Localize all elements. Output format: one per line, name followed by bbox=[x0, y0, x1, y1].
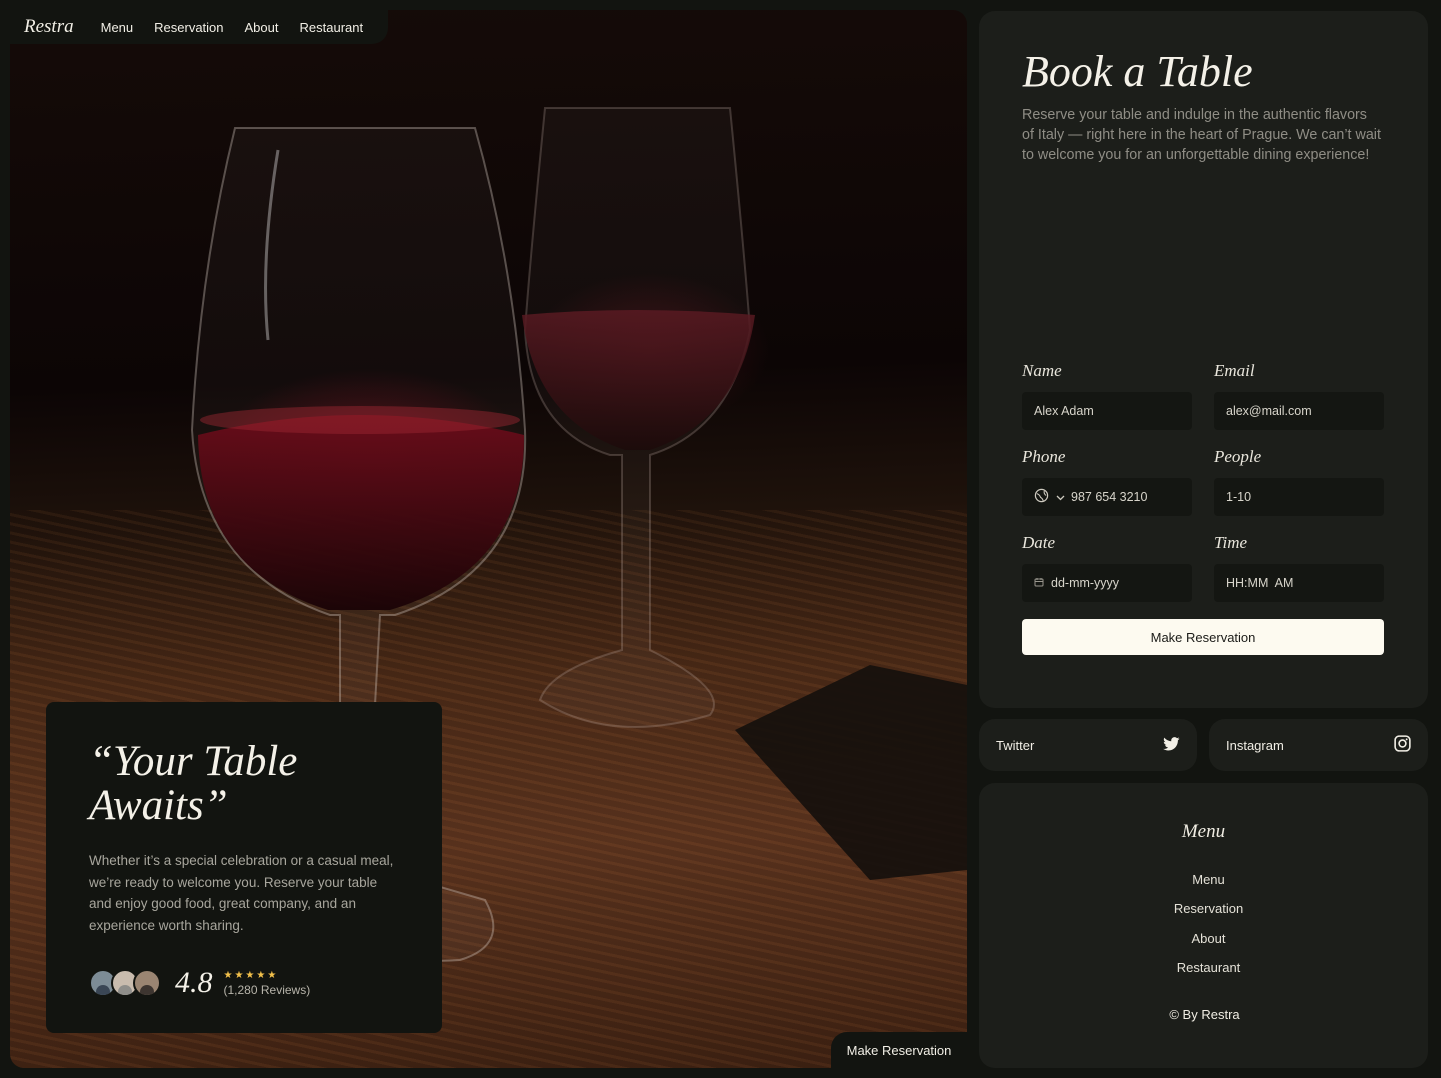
footer-link-menu[interactable]: Menu bbox=[979, 871, 1428, 900]
date-value: dd-mm-yyyy bbox=[1051, 576, 1120, 590]
quote-title: “Your Table Awaits” bbox=[89, 738, 298, 829]
phone-value: 987 654 3210 bbox=[1071, 490, 1148, 504]
twitter-link[interactable]: Twitter bbox=[979, 719, 1197, 771]
twitter-icon bbox=[1163, 736, 1180, 754]
globe-icon[interactable] bbox=[1034, 488, 1049, 506]
phone-input[interactable]: 987 654 3210 bbox=[1022, 478, 1192, 516]
rating-meta: ★★★★★ (1,280 Reviews) bbox=[224, 970, 311, 997]
time-value: HH:MM AM bbox=[1226, 576, 1294, 590]
hero-make-reservation-button[interactable]: Make Reservation bbox=[831, 1032, 967, 1068]
people-value: 1-10 bbox=[1226, 490, 1252, 504]
quote-card: “Your Table Awaits” Whether it’s a speci… bbox=[46, 702, 442, 1033]
twitter-label: Twitter bbox=[996, 737, 1035, 753]
brand-logo[interactable]: Restra bbox=[24, 16, 74, 38]
name-value: Alex Adam bbox=[1034, 404, 1094, 418]
make-reservation-button[interactable]: Make Reservation bbox=[1022, 619, 1384, 655]
footer-links: Menu Reservation About Restaurant bbox=[979, 871, 1428, 988]
time-label: Time bbox=[1214, 533, 1248, 552]
reservation-form: Name Alex Adam Email alex@mail.com Phone bbox=[1022, 361, 1384, 655]
name-input[interactable]: Alex Adam bbox=[1022, 392, 1192, 430]
time-input[interactable]: HH:MM AM bbox=[1214, 564, 1384, 602]
people-input[interactable]: 1-10 bbox=[1214, 478, 1384, 516]
instagram-link[interactable]: Instagram bbox=[1209, 719, 1428, 771]
rating-row: 4.8 ★★★★★ (1,280 Reviews) bbox=[89, 966, 400, 1000]
email-field-group: Email alex@mail.com bbox=[1214, 361, 1384, 430]
date-label: Date bbox=[1022, 533, 1056, 552]
nav-link-menu[interactable]: Menu bbox=[101, 20, 134, 35]
email-input[interactable]: alex@mail.com bbox=[1214, 392, 1384, 430]
name-label: Name bbox=[1022, 361, 1062, 380]
nav-link-about[interactable]: About bbox=[245, 20, 279, 35]
people-field-group: People 1-10 bbox=[1214, 447, 1384, 516]
chevron-down-icon[interactable] bbox=[1056, 490, 1065, 504]
copyright-text: © By Restra bbox=[1169, 1007, 1240, 1022]
email-label: Email bbox=[1214, 361, 1255, 380]
avatar bbox=[133, 969, 161, 997]
booking-panel: Book a Table Reserve your table and indu… bbox=[979, 11, 1428, 708]
time-field-group: Time HH:MM AM bbox=[1214, 533, 1384, 602]
phone-label: Phone bbox=[1022, 447, 1066, 466]
phone-field-group: Phone 987 654 3210 bbox=[1022, 447, 1192, 516]
nav-link-restaurant[interactable]: Restaurant bbox=[300, 20, 364, 35]
booking-subtitle: Reserve your table and indulge in the au… bbox=[1022, 107, 1381, 163]
email-value: alex@mail.com bbox=[1226, 404, 1312, 418]
footer-link-restaurant[interactable]: Restaurant bbox=[979, 959, 1428, 988]
review-count: (1,280 Reviews) bbox=[223, 982, 311, 997]
people-label: People bbox=[1214, 447, 1262, 466]
avatar-group bbox=[89, 969, 161, 997]
star-rating-icon: ★★★★★ bbox=[223, 969, 279, 981]
date-input[interactable]: dd-mm-yyyy bbox=[1022, 564, 1192, 602]
booking-title: Book a Table bbox=[1022, 47, 1253, 96]
footer-title: Menu bbox=[1181, 821, 1226, 842]
footer-link-about[interactable]: About bbox=[979, 930, 1428, 959]
quote-body: Whether it’s a special celebration or a … bbox=[89, 853, 394, 933]
instagram-label: Instagram bbox=[1226, 737, 1284, 753]
footer-panel: Menu Menu Reservation About Restaurant ©… bbox=[979, 783, 1428, 1068]
footer-link-reservation[interactable]: Reservation bbox=[979, 900, 1428, 929]
date-field-group: Date dd-mm-yyyy bbox=[1022, 533, 1192, 602]
instagram-icon bbox=[1394, 735, 1411, 755]
calendar-icon bbox=[1034, 576, 1044, 590]
nav-link-reservation[interactable]: Reservation bbox=[154, 20, 223, 35]
name-field-group: Name Alex Adam bbox=[1022, 361, 1192, 430]
top-navigation: Restra Menu Reservation About Restaurant bbox=[10, 10, 388, 44]
rating-score: 4.8 bbox=[175, 966, 213, 999]
